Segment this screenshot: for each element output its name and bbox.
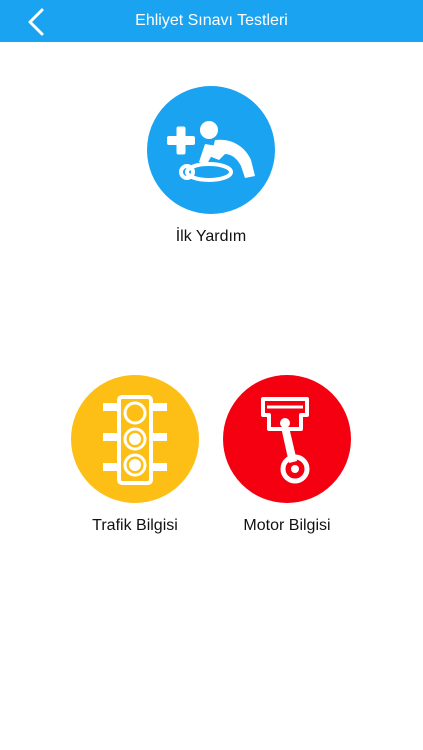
first-aid-circle (147, 86, 275, 214)
motor-circle (223, 375, 351, 503)
top-bar: Ehliyet Sınavı Testleri (0, 0, 423, 42)
category-label: İlk Yardım (175, 228, 247, 245)
traffic-light-icon (103, 395, 167, 485)
category-first-aid[interactable]: İlk Yardım (111, 86, 311, 246)
category-motor[interactable]: Motor Bilgisi (187, 375, 387, 535)
traffic-circle (71, 375, 199, 503)
category-label: Motor Bilgisi (243, 517, 331, 534)
page-title: Ehliyet Sınavı Testleri (135, 12, 288, 29)
engine-piston-icon (261, 397, 310, 484)
first-aid-cpr-icon (167, 121, 255, 182)
